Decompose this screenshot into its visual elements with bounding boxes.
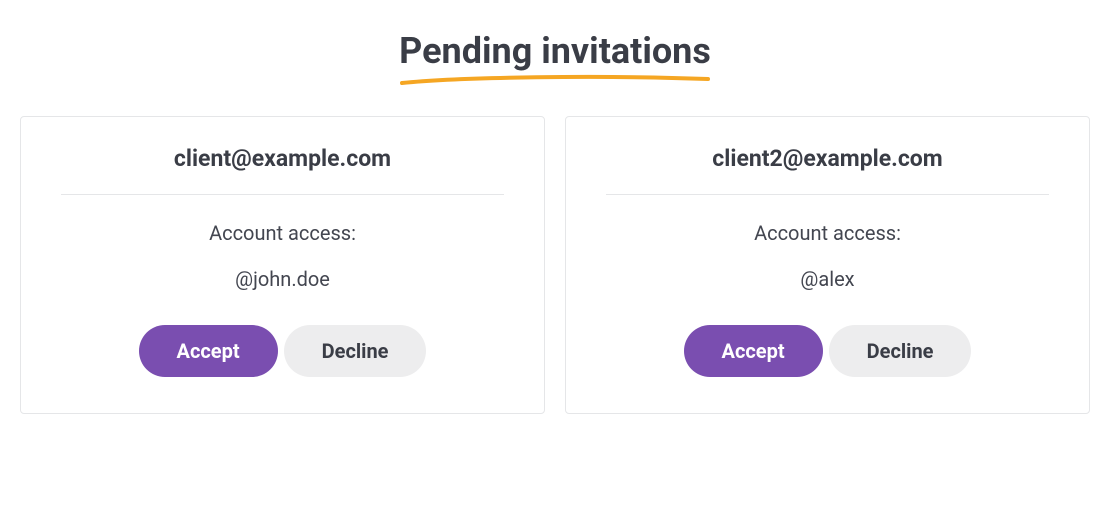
- access-label: Account access:: [606, 221, 1049, 245]
- button-row: Accept Decline: [606, 325, 1049, 377]
- invitation-email: client2@example.com: [606, 145, 1049, 172]
- account-handle: @john.doe: [61, 267, 504, 291]
- page-title: Pending invitations: [399, 30, 711, 72]
- invitation-card: client2@example.com Account access: @ale…: [565, 116, 1090, 414]
- decline-button[interactable]: Decline: [829, 325, 972, 377]
- page-title-wrapper: Pending invitations: [20, 30, 1090, 86]
- invitation-email: client@example.com: [61, 145, 504, 172]
- title-underline-icon: [400, 74, 710, 86]
- access-label: Account access:: [61, 221, 504, 245]
- account-handle: @alex: [606, 267, 1049, 291]
- accept-button[interactable]: Accept: [684, 325, 823, 377]
- decline-button[interactable]: Decline: [284, 325, 427, 377]
- accept-button[interactable]: Accept: [139, 325, 278, 377]
- divider: [61, 194, 504, 195]
- divider: [606, 194, 1049, 195]
- invitations-list: client@example.com Account access: @john…: [20, 116, 1090, 414]
- invitation-card: client@example.com Account access: @john…: [20, 116, 545, 414]
- button-row: Accept Decline: [61, 325, 504, 377]
